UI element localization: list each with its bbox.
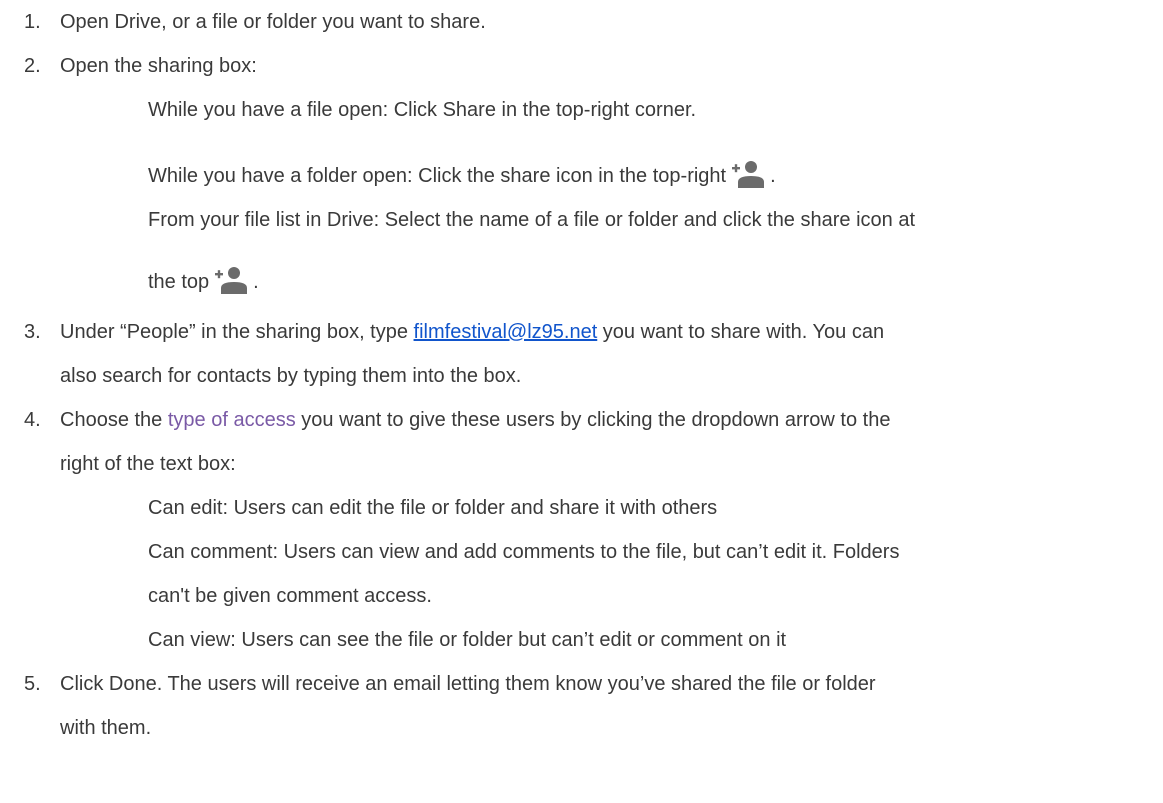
step-3-line-2: also search for contacts by typing them …: [60, 365, 522, 387]
access-option-can-comment-cont: can't be given comment access.: [148, 585, 432, 607]
step-4-line-2: right of the text box:: [60, 453, 236, 475]
step-3-line-1: Under “People” in the sharing box, type …: [60, 320, 884, 344]
add-person-icon: [730, 160, 766, 189]
step-2-text: Open the sharing box:: [60, 55, 257, 77]
email-link[interactable]: filmfestival@lz95.net: [414, 321, 598, 343]
step-4-text-after: you want to give these users by clicking…: [295, 409, 891, 431]
step-2-sub-2-text: While you have a folder open: Click the …: [148, 165, 727, 187]
add-person-icon: [213, 266, 249, 295]
step-1-text: Open Drive, or a file or folder you want…: [60, 11, 486, 33]
step-4-text-before: Choose the: [60, 409, 168, 431]
step-2-sub-1: While you have a file open: Click Share …: [148, 99, 697, 121]
step-2-sub-3b-period: .: [253, 271, 259, 293]
access-option-can-comment: Can comment: Users can view and add comm…: [148, 541, 900, 563]
access-option-can-edit: Can edit: Users can edit the file or fol…: [148, 497, 718, 519]
access-option-can-view: Can view: Users can see the file or fold…: [148, 629, 787, 651]
step-2-number: 2.: [24, 55, 41, 77]
step-5-line-1: Click Done. The users will receive an em…: [60, 673, 876, 695]
step-3-number: 3.: [24, 321, 41, 343]
step-5-number: 5.: [24, 673, 41, 695]
step-2-sub-2: While you have a folder open: Click the …: [148, 160, 776, 189]
step-3-text-after: you want to share with. You can: [597, 321, 885, 343]
step-1-number: 1.: [24, 11, 41, 33]
step-2-sub-3b-text: the top: [148, 271, 210, 293]
step-4-line-1: Choose the type of access you want to gi…: [60, 408, 890, 432]
step-3-text-before: Under “People” in the sharing box, type: [60, 321, 414, 343]
step-2-sub-2-period: .: [770, 165, 776, 187]
type-of-access-link[interactable]: type of access: [168, 409, 296, 431]
step-4-number: 4.: [24, 409, 41, 431]
step-5-line-2: with them.: [60, 717, 152, 739]
step-2-sub-3b: the top .: [148, 266, 259, 295]
step-2-sub-3a: From your file list in Drive: Select the…: [148, 209, 916, 231]
instructions-document: 1. Open Drive, or a file or folder you w…: [0, 0, 1163, 803]
